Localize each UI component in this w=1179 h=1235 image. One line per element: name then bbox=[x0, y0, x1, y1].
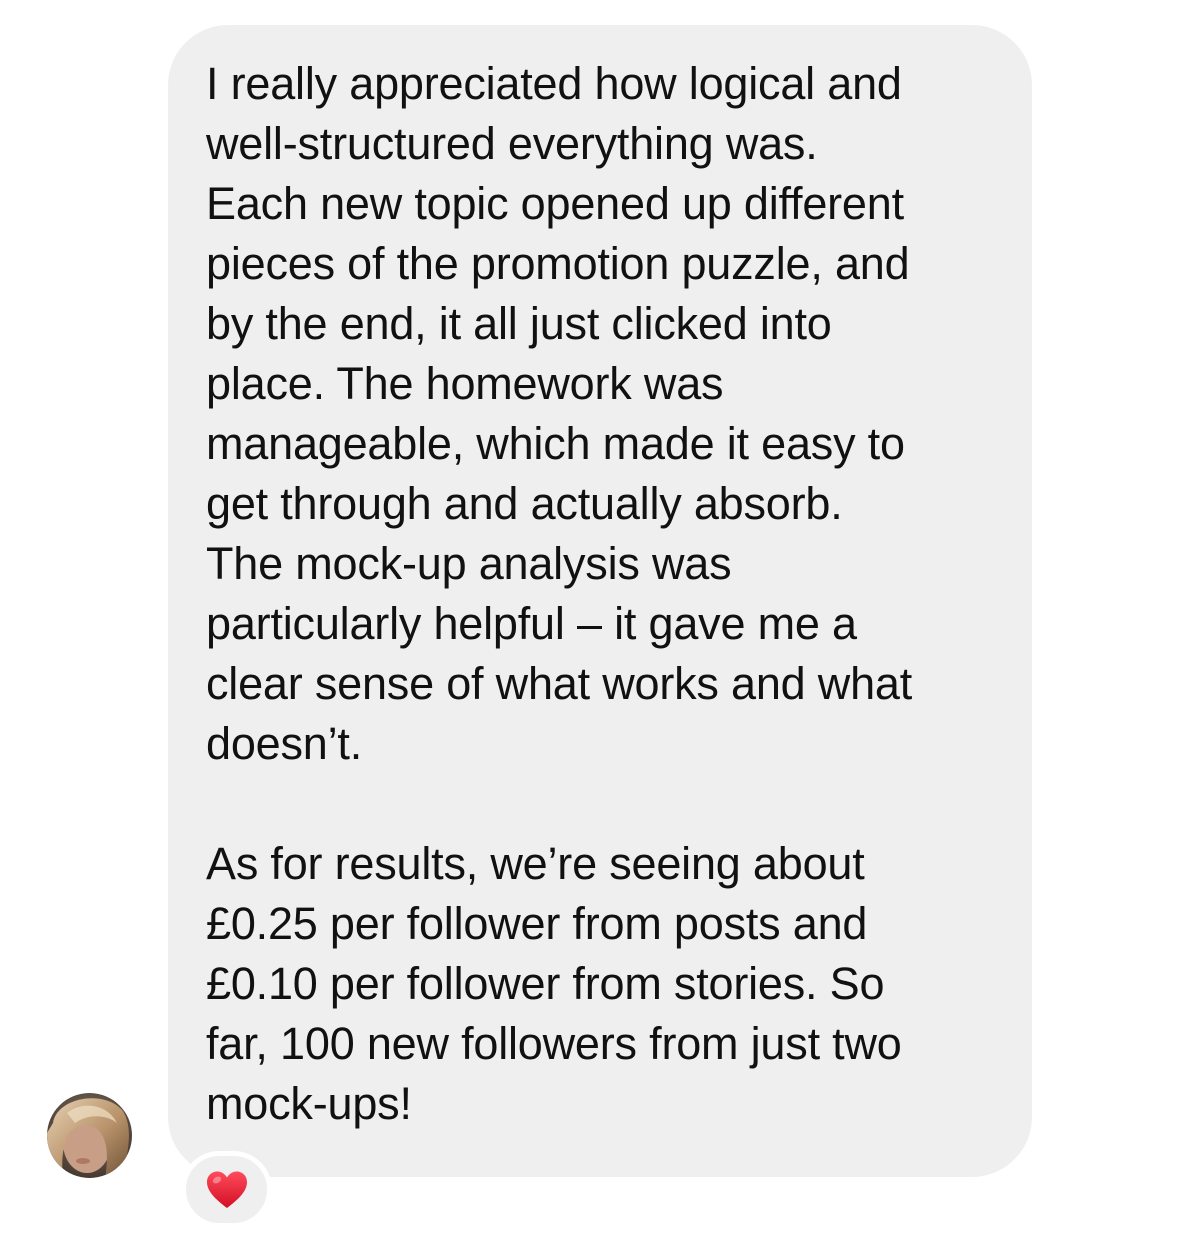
message-line: doesn’t. bbox=[206, 718, 363, 769]
message-line: mock-ups! bbox=[206, 1078, 412, 1129]
message-line: £0.25 per follower from posts and bbox=[206, 898, 868, 949]
message-paragraph-2: As for results, we’re seeing about £0.25… bbox=[206, 834, 1002, 1134]
message-line: place. The homework was bbox=[206, 358, 724, 409]
message-line: well-structured everything was. bbox=[206, 118, 818, 169]
red-heart-icon bbox=[206, 1171, 247, 1208]
message-line: Each new topic opened up different bbox=[206, 178, 904, 229]
message-line: £0.10 per follower from stories. So bbox=[206, 958, 885, 1009]
sender-avatar-icon bbox=[47, 1093, 132, 1178]
reaction-badge[interactable] bbox=[181, 1151, 272, 1228]
message-paragraph-1: I really appreciated how logical and wel… bbox=[206, 54, 1002, 774]
message-line: particularly helpful – it gave me a bbox=[206, 598, 857, 649]
message-line: pieces of the promotion puzzle, and bbox=[206, 238, 910, 289]
message-line: I really appreciated how logical and bbox=[206, 58, 902, 109]
message-line: by the end, it all just clicked into bbox=[206, 298, 832, 349]
message-line: manageable, which made it easy to bbox=[206, 418, 905, 469]
message-line: far, 100 new followers from just two bbox=[206, 1018, 902, 1069]
message-bubble[interactable]: I really appreciated how logical and wel… bbox=[168, 25, 1032, 1177]
message-line: clear sense of what works and what bbox=[206, 658, 913, 709]
message-line: As for results, we’re seeing about bbox=[206, 838, 865, 889]
message-line: get through and actually absorb. bbox=[206, 478, 843, 529]
message-line: The mock-up analysis was bbox=[206, 538, 732, 589]
avatar[interactable] bbox=[47, 1093, 132, 1178]
message-text: I really appreciated how logical and wel… bbox=[206, 54, 1002, 1134]
